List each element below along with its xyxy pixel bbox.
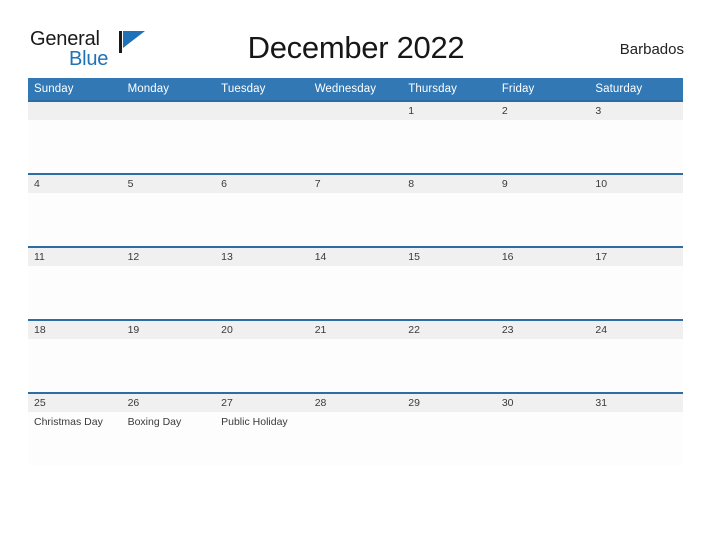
day-event: Boxing Day [127,416,182,428]
day-number: 31 [589,394,683,412]
day-cell[interactable]: 25 Christmas Day [28,392,122,465]
day-number: 1 [402,102,496,120]
day-cell[interactable]: 3 [589,100,683,174]
day-cell[interactable]: 13 [215,246,309,320]
day-number: 3 [589,102,683,120]
day-cell[interactable]: 11 [28,246,122,320]
day-cell[interactable]: 29 [402,392,496,465]
day-number [308,102,403,120]
day-cell[interactable]: 19 [121,319,216,393]
day-cell[interactable]: 16 [495,246,590,320]
weekday-header-friday: Friday [495,78,590,101]
day-cell[interactable]: 7 [308,173,403,247]
calendar-week-row: 1 2 3 [28,100,683,174]
day-number: 29 [402,394,496,412]
day-cell[interactable]: 31 [589,392,683,465]
day-number: 6 [215,175,309,193]
day-cell[interactable]: 27 Public Holiday [215,392,309,465]
day-cell[interactable]: 21 [308,319,403,393]
day-cell[interactable] [215,100,309,174]
day-cell[interactable]: 6 [215,173,309,247]
day-cell[interactable]: 9 [495,173,590,247]
location-label: Barbados [619,41,684,58]
day-event: Christmas Day [34,416,103,428]
calendar-body: 1 2 3 4 5 6 7 8 9 10 11 12 13 14 15 16 1… [28,100,683,465]
day-cell[interactable]: 26 Boxing Day [121,392,216,465]
day-cell[interactable]: 24 [589,319,683,393]
day-cell[interactable]: 30 [495,392,590,465]
day-number: 20 [215,321,309,339]
calendar-week-row: 11 12 13 14 15 16 17 [28,246,683,320]
day-cell[interactable] [121,100,216,174]
day-number [121,102,216,120]
day-cell[interactable]: 20 [215,319,309,393]
day-number: 12 [121,248,216,266]
day-cell[interactable]: 14 [308,246,403,320]
day-number: 17 [589,248,683,266]
calendar-week-row: 18 19 20 21 22 23 24 [28,319,683,393]
day-cell[interactable]: 22 [402,319,496,393]
day-cell[interactable]: 5 [121,173,216,247]
weekday-header-monday: Monday [121,78,216,101]
day-number [28,102,122,120]
calendar-week-row: 25 Christmas Day 26 Boxing Day 27 Public Ho… [28,392,683,465]
day-cell[interactable]: 23 [495,319,590,393]
page-header: General Blue December 2022 Barbados [0,0,712,78]
day-number: 22 [402,321,496,339]
day-cell[interactable]: 12 [121,246,216,320]
day-cell[interactable]: 15 [402,246,496,320]
day-event: Public Holiday [221,416,288,428]
day-number: 19 [121,321,216,339]
day-cell[interactable]: 1 [402,100,496,174]
day-number: 28 [308,394,403,412]
day-number: 23 [495,321,590,339]
day-number: 14 [308,248,403,266]
day-number: 25 [28,394,122,412]
day-number: 21 [308,321,403,339]
day-cell[interactable]: 2 [495,100,590,174]
day-cell[interactable]: 8 [402,173,496,247]
day-cell[interactable]: 28 [308,392,403,465]
day-number: 27 [215,394,309,412]
calendar-grid: Sunday Monday Tuesday Wednesday Thursday… [28,78,683,465]
day-number: 30 [495,394,590,412]
day-cell[interactable]: 4 [28,173,122,247]
day-number: 2 [495,102,590,120]
page-title: December 2022 [247,30,465,65]
day-number: 5 [121,175,216,193]
day-number: 16 [495,248,590,266]
weekday-header-sunday: Sunday [28,78,122,101]
day-number: 13 [215,248,309,266]
day-number [215,102,309,120]
weekday-header-tuesday: Tuesday [215,78,309,101]
day-number: 7 [308,175,403,193]
day-cell[interactable]: 10 [589,173,683,247]
day-number: 24 [589,321,683,339]
day-number: 26 [121,394,216,412]
day-cell[interactable] [28,100,122,174]
day-number: 4 [28,175,122,193]
weekday-header-saturday: Saturday [589,78,683,101]
day-number: 9 [495,175,590,193]
day-number: 11 [28,248,122,266]
day-number: 8 [402,175,496,193]
weekday-header-wednesday: Wednesday [308,78,403,101]
day-number: 10 [589,175,683,193]
day-number: 15 [402,248,496,266]
weekday-header-thursday: Thursday [402,78,496,101]
calendar-header-row: Sunday Monday Tuesday Wednesday Thursday… [28,78,683,101]
day-number: 18 [28,321,122,339]
day-cell[interactable]: 18 [28,319,122,393]
day-cell[interactable] [308,100,403,174]
calendar-week-row: 4 5 6 7 8 9 10 [28,173,683,247]
day-cell[interactable]: 17 [589,246,683,320]
